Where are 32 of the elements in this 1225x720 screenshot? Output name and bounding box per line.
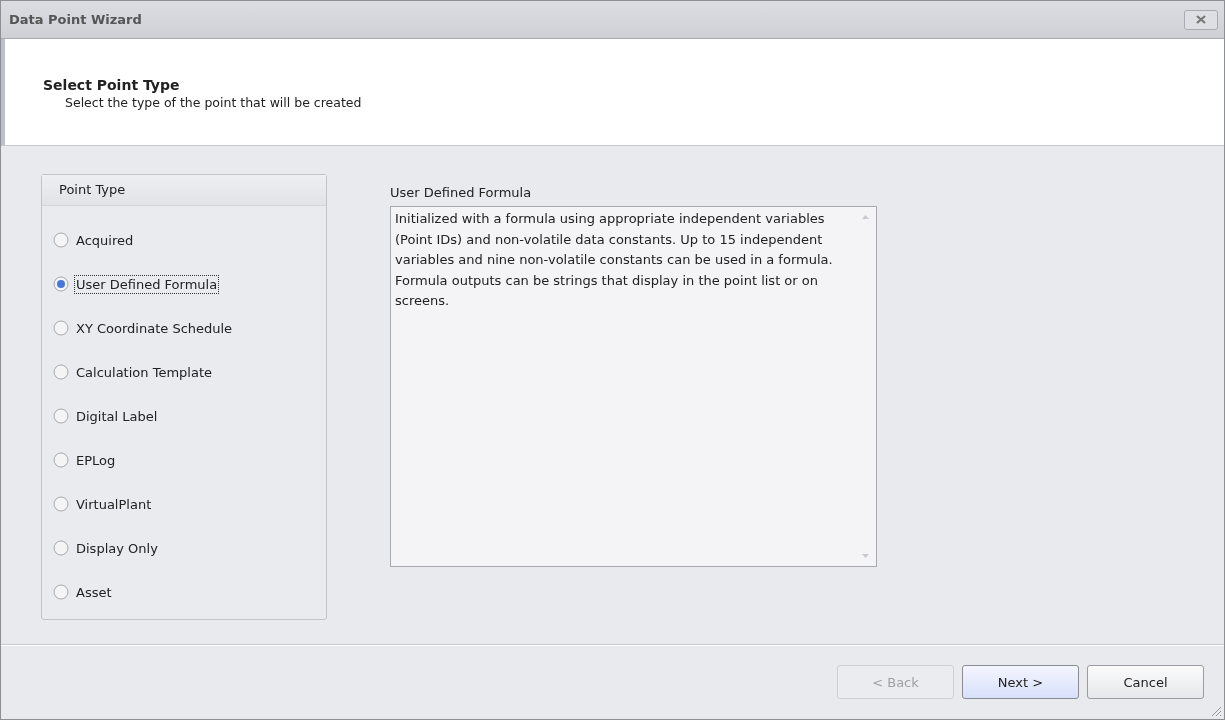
resize-grip-icon[interactable]: [1211, 706, 1222, 717]
group-title: Point Type: [42, 175, 326, 206]
radio-button[interactable]: [53, 408, 69, 424]
radio-button[interactable]: [53, 540, 69, 556]
radio-button[interactable]: [53, 452, 69, 468]
page-subtitle: Select the type of the point that will be created: [64, 95, 363, 110]
radio-label[interactable]: Calculation Template: [74, 362, 214, 382]
radio-label[interactable]: User Defined Formula: [74, 274, 220, 294]
description-label: User Defined Formula: [390, 185, 533, 200]
radio-label[interactable]: Asset: [74, 582, 114, 602]
radio-label[interactable]: Acquired: [74, 230, 136, 250]
radio-button[interactable]: [53, 496, 69, 512]
radio-button[interactable]: [53, 584, 69, 600]
close-icon: [1196, 15, 1206, 24]
radio-label[interactable]: Display Only: [74, 538, 160, 558]
description-text: Initialized with a formula using appropriate independent variables (Point IDs) and non-volatile data constants. Up to 15 independent variables and nine non-volatile constants can be used in a formula. Formula outputs can be strings that display in the point list or on screens.: [394, 210, 834, 310]
radio-button[interactable]: [53, 320, 69, 336]
radio-label[interactable]: XY Coordinate Schedule: [74, 318, 235, 338]
radio-label[interactable]: Digital Label: [74, 406, 160, 426]
description-field[interactable]: [390, 206, 877, 567]
scroll-down-icon[interactable]: [861, 554, 869, 558]
radio-label[interactable]: EPLog: [74, 450, 118, 470]
radio-button[interactable]: [53, 276, 69, 292]
close-button[interactable]: [1184, 9, 1218, 30]
radio-label[interactable]: VirtualPlant: [74, 494, 154, 514]
window-title: Data Point Wizard: [9, 12, 142, 27]
radio-button[interactable]: [53, 364, 69, 380]
wizard-button[interactable]: Next >: [962, 665, 1079, 699]
radio-button[interactable]: [53, 232, 69, 248]
scroll-up-icon[interactable]: [861, 215, 869, 219]
wizard-button[interactable]: Cancel: [1087, 665, 1204, 699]
page-title: Select Point Type: [43, 77, 181, 93]
